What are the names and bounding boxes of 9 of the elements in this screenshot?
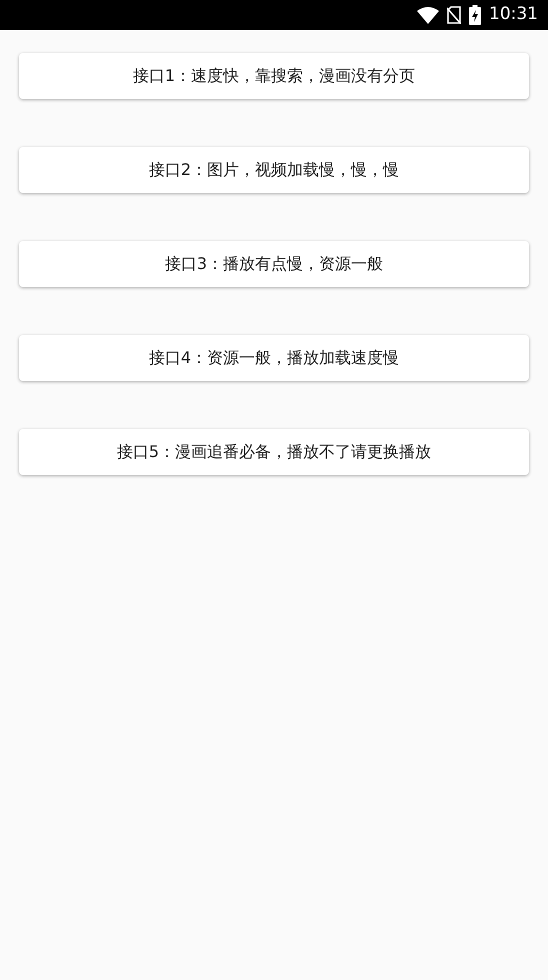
api-option-button[interactable]: 接口3：播放有点慢，资源一般 [19, 241, 529, 287]
api-option-button[interactable]: 接口2：图片，视频加载慢，慢，慢 [19, 147, 529, 193]
api-option-button[interactable]: 接口1：速度快，靠搜索，漫画没有分页 [19, 53, 529, 99]
api-option-button[interactable]: 接口4：资源一般，播放加载速度慢 [19, 335, 529, 381]
clock-time: 10:31 [489, 3, 538, 26]
battery-charging-icon [469, 5, 481, 25]
wifi-icon [417, 6, 439, 24]
no-sim-icon [447, 6, 461, 24]
api-option-button[interactable]: 接口5：漫画追番必备，播放不了请更换播放 [19, 429, 529, 475]
